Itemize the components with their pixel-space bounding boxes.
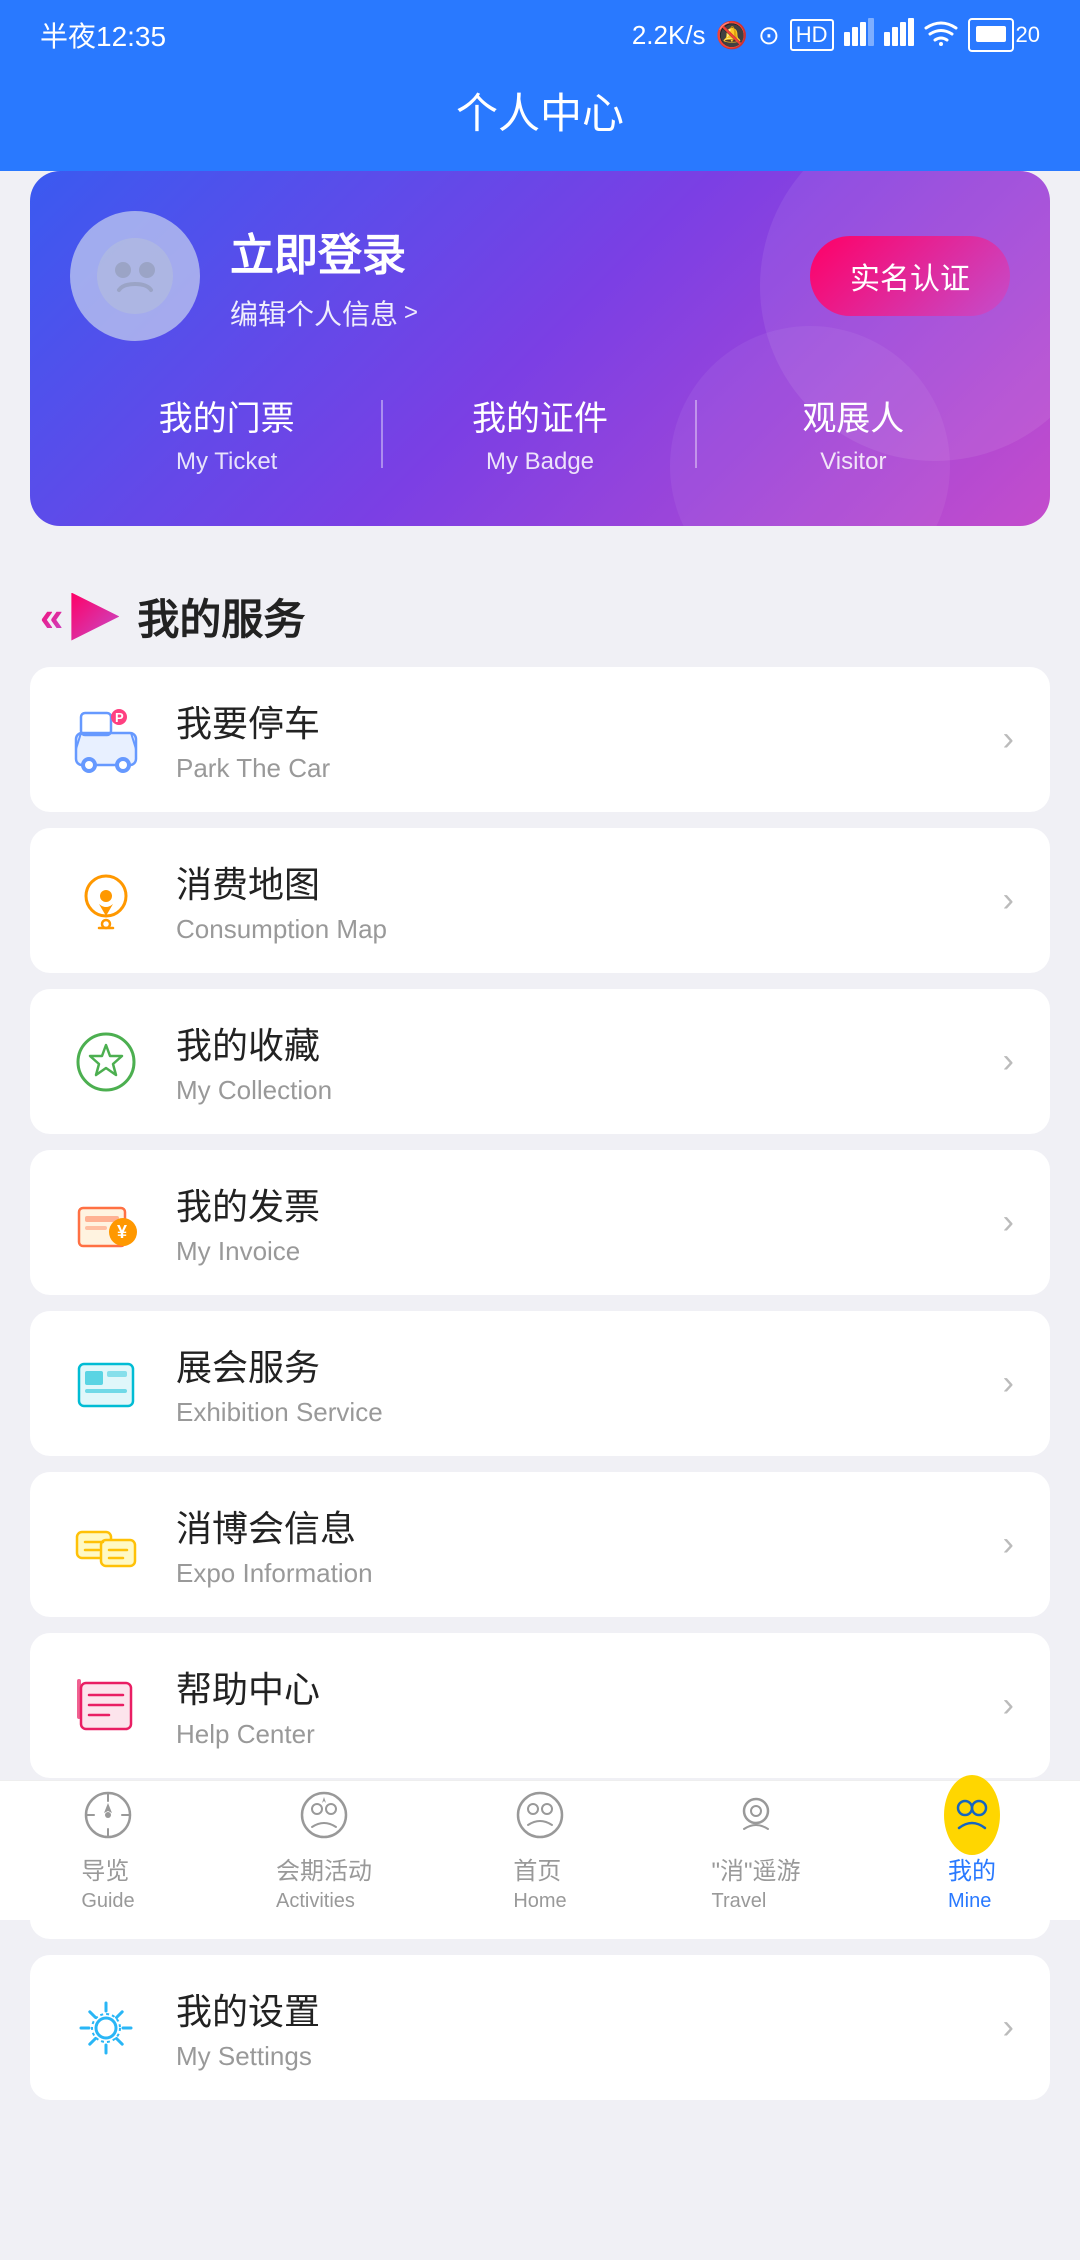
nav-item-guide[interactable]: 导览 Guide: [0, 1781, 216, 1920]
wifi-icon: [924, 18, 958, 53]
activities-icon: [296, 1787, 352, 1843]
signal2-icon: [884, 18, 914, 53]
services-title: 我的服务: [137, 586, 305, 647]
mine-icon: [944, 1787, 1000, 1843]
settings-icon: [66, 1988, 146, 2068]
real-name-button[interactable]: 实名认证: [810, 236, 1010, 316]
status-time: 半夜12:35: [40, 15, 166, 55]
battery-icon: 20: [968, 18, 1040, 52]
edit-arrow-icon: >: [404, 299, 418, 327]
avatar: [70, 211, 200, 341]
nav-guide-label: 导览 Guide: [81, 1851, 134, 1914]
alarm-icon: ⊙: [758, 20, 780, 51]
hd-icon: HD: [790, 19, 834, 51]
nav-item-mine[interactable]: 我的 Mine: [864, 1781, 1080, 1920]
park-icon: P: [66, 700, 146, 780]
tab-ticket[interactable]: 我的门票 My Ticket: [70, 391, 383, 476]
menu-item-collection[interactable]: 我的收藏 My Collection ›: [30, 989, 1050, 1134]
menu-item-exhibition[interactable]: 展会服务 Exhibition Service ›: [30, 1311, 1050, 1456]
status-icons: 2.2K/s 🔕 ⊙ HD 20: [632, 18, 1040, 53]
status-bar: 半夜12:35 2.2K/s 🔕 ⊙ HD 20: [0, 0, 1080, 70]
services-section-icon: «: [40, 593, 119, 641]
home-icon: [512, 1787, 568, 1843]
menu-item-map[interactable]: 消费地图 Consumption Map ›: [30, 828, 1050, 973]
help-icon: [66, 1666, 146, 1746]
travel-icon: [728, 1787, 784, 1843]
nav-item-travel[interactable]: "消"遥游 Travel: [648, 1781, 864, 1920]
menu-item-help[interactable]: 帮助中心 Help Center ›: [30, 1633, 1050, 1778]
invoice-icon: ¥: [66, 1183, 146, 1263]
nav-mine-label: 我的 Mine: [948, 1851, 996, 1914]
compass-icon: [80, 1787, 136, 1843]
mute-icon: 🔕: [716, 20, 748, 51]
bottom-nav: 导览 Guide 会期活动 Activities: [0, 1780, 1080, 1920]
menu-item-park[interactable]: P 我要停车 Park The Car ›: [30, 667, 1050, 812]
map-icon: [66, 861, 146, 941]
page-header: 个人中心: [0, 70, 1080, 171]
settings-arrow-icon: ›: [1003, 2008, 1014, 2047]
star-icon: [66, 1022, 146, 1102]
tab-visitor[interactable]: 观展人 Visitor: [697, 391, 1010, 476]
park-arrow-icon: ›: [1003, 720, 1014, 759]
nav-travel-label: "消"遥游 Travel: [711, 1851, 800, 1914]
nav-activities-label: 会期活动 Activities: [276, 1851, 372, 1914]
profile-tabs: 我的门票 My Ticket 我的证件 My Badge 观展人 Visitor: [70, 391, 1010, 476]
expo-icon: [66, 1505, 146, 1585]
svg-text:P: P: [115, 710, 124, 725]
signal1-icon: [844, 18, 874, 53]
nav-item-home[interactable]: 首页 Home: [432, 1781, 648, 1920]
nav-item-activities[interactable]: 会期活动 Activities: [216, 1781, 432, 1920]
svg-text:¥: ¥: [117, 1222, 127, 1242]
collection-arrow-icon: ›: [1003, 1042, 1014, 1081]
map-arrow-icon: ›: [1003, 881, 1014, 920]
menu-item-expo[interactable]: 消博会信息 Expo Information ›: [30, 1472, 1050, 1617]
play-triangle-icon: [71, 593, 119, 641]
menu-item-settings[interactable]: 我的设置 My Settings ›: [30, 1955, 1050, 2100]
profile-card: 立即登录 编辑个人信息 > 实名认证 我的门票 My Ticket 我的证件 M…: [30, 171, 1050, 526]
exhibition-icon: [66, 1344, 146, 1424]
network-speed: 2.2K/s: [632, 20, 706, 51]
double-chevron-icon: «: [40, 596, 63, 638]
profile-edit[interactable]: 编辑个人信息 >: [230, 293, 418, 333]
invoice-arrow-icon: ›: [1003, 1203, 1014, 1242]
nav-home-label: 首页 Home: [513, 1851, 566, 1914]
services-section-header: « 我的服务: [0, 556, 1080, 667]
tab-badge[interactable]: 我的证件 My Badge: [383, 391, 696, 476]
page-title: 个人中心: [456, 90, 624, 137]
expo-arrow-icon: ›: [1003, 1525, 1014, 1564]
help-arrow-icon: ›: [1003, 1686, 1014, 1725]
menu-item-invoice[interactable]: ¥ 我的发票 My Invoice ›: [30, 1150, 1050, 1295]
profile-name: 立即登录: [230, 219, 418, 283]
exhibition-arrow-icon: ›: [1003, 1364, 1014, 1403]
